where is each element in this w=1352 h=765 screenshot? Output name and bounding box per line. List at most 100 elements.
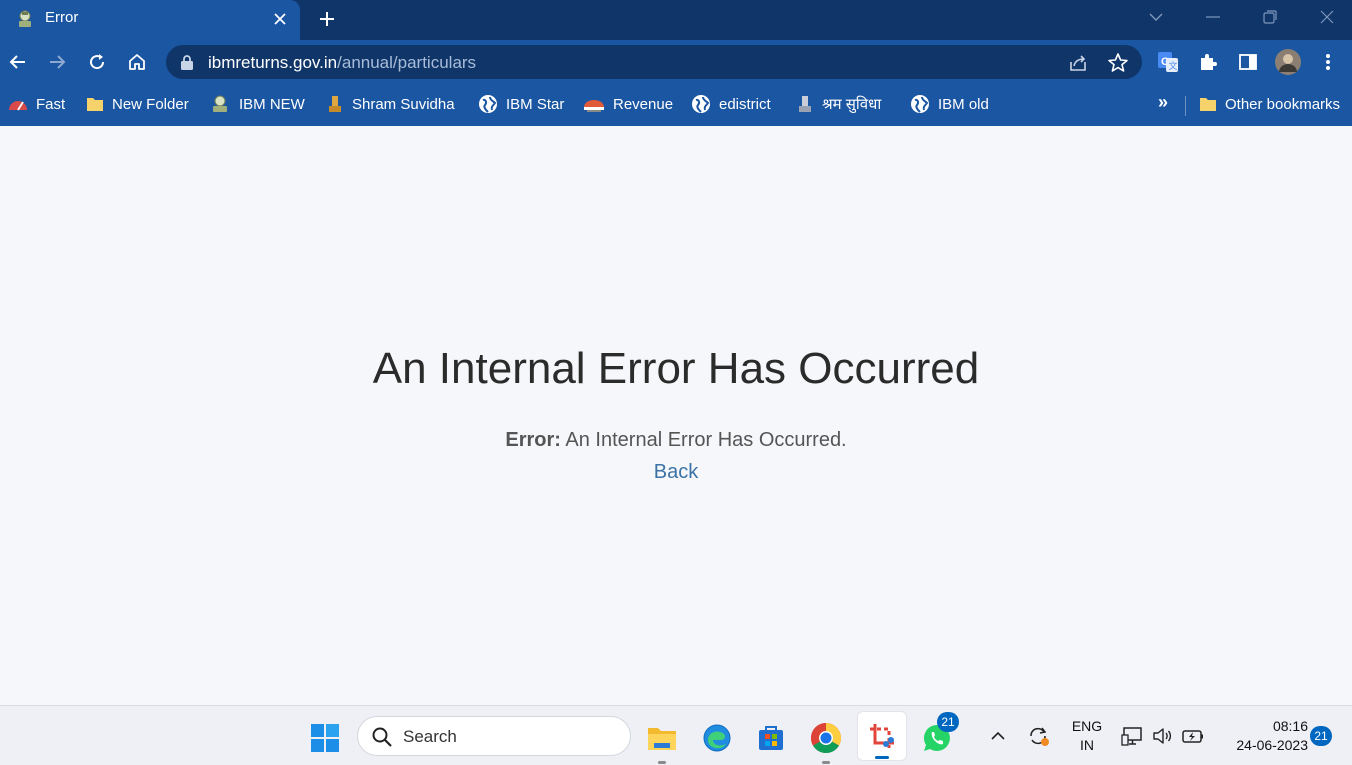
reload-button[interactable]	[83, 48, 111, 76]
volume-button[interactable]	[1150, 725, 1174, 747]
network-button[interactable]	[1121, 725, 1145, 747]
bookmark-shram-suvidha[interactable]: Shram Suvidha	[326, 92, 455, 116]
address-bar[interactable]: ibmreturns.gov.in/annual/particulars	[166, 45, 1142, 79]
speaker-icon	[1153, 728, 1172, 744]
input-language-button[interactable]: ENG IN	[1068, 717, 1106, 755]
error-label: Error:	[505, 429, 561, 451]
avatar	[1275, 49, 1301, 75]
battery-charging-icon	[1182, 730, 1203, 743]
battery-button[interactable]	[1181, 725, 1205, 747]
sync-icon	[1030, 727, 1049, 746]
emblem-icon	[213, 95, 227, 112]
translate-icon: G 文	[1158, 52, 1178, 72]
bookmark-label: IBM NEW	[239, 95, 305, 113]
bookmark-star-icon[interactable]	[1106, 51, 1130, 75]
bookmark-shram-suvidha-hindi[interactable]: श्रम सुविधा	[796, 92, 881, 116]
chrome-icon	[810, 723, 842, 754]
microsoft-store-button[interactable]	[751, 718, 791, 758]
arrow-right-icon	[50, 55, 66, 69]
page-content: An Internal Error Has Occurred Error: An…	[0, 126, 1352, 705]
close-icon	[1320, 10, 1334, 24]
url-host: ibmreturns.gov.in	[208, 53, 338, 72]
whatsapp-badge: 21	[937, 712, 959, 732]
profile-avatar-button[interactable]	[1274, 48, 1302, 76]
browser-menu-button[interactable]	[1314, 48, 1342, 76]
taskbar-search-placeholder: Search	[403, 727, 457, 746]
clock-time: 08:16	[1272, 718, 1308, 734]
folder-icon	[87, 98, 103, 111]
arrow-left-icon	[9, 55, 25, 69]
globe-icon	[911, 95, 929, 113]
side-panel-icon	[1239, 54, 1257, 70]
bookmarks-overflow-button[interactable]: »	[1158, 92, 1168, 113]
snipping-tool-button[interactable]	[858, 712, 906, 760]
minimize-icon	[1206, 16, 1220, 18]
back-button[interactable]	[4, 48, 32, 76]
new-tab-button[interactable]	[314, 6, 340, 32]
home-icon	[129, 54, 145, 70]
restore-button[interactable]	[1253, 4, 1287, 30]
search-icon	[372, 727, 392, 747]
error-text: An Internal Error Has Occurred.	[565, 429, 847, 451]
chevron-up-icon	[991, 731, 1005, 740]
bookmark-edistrict[interactable]: edistrict	[691, 92, 771, 116]
translate-extension-button[interactable]: G 文	[1154, 48, 1182, 76]
emblem-icon	[799, 96, 811, 112]
other-bookmarks[interactable]: Other bookmarks	[1199, 92, 1340, 116]
bookmark-new-folder[interactable]: New Folder	[86, 92, 189, 116]
tab-search-button[interactable]	[1139, 4, 1173, 30]
bookmark-label: Revenue	[613, 95, 674, 113]
restore-icon	[1263, 10, 1277, 24]
language-region: IN	[1080, 737, 1094, 753]
close-window-button[interactable]	[1310, 4, 1344, 30]
url-path: /annual/particulars	[337, 53, 477, 72]
revenue-icon	[584, 100, 604, 112]
clock-button[interactable]: 08:16 24-06-2023	[1216, 717, 1308, 755]
bookmark-ibm-new[interactable]: IBM NEW	[209, 92, 305, 116]
bookmark-ibm-old[interactable]: IBM old	[910, 92, 989, 116]
page-title: An Internal Error Has Occurred	[372, 344, 980, 393]
chevron-down-icon	[1149, 13, 1163, 21]
bookmark-label: edistrict	[719, 95, 771, 113]
back-link-label[interactable]: Back	[654, 461, 698, 483]
side-panel-button[interactable]	[1234, 48, 1262, 76]
reload-icon	[90, 54, 105, 70]
other-bookmarks-label: Other bookmarks	[1225, 95, 1341, 113]
emblem-icon	[329, 96, 341, 112]
notification-count-badge[interactable]: 21	[1310, 726, 1332, 746]
network-icon	[1121, 727, 1142, 746]
extensions-button[interactable]	[1194, 48, 1222, 76]
bookmarks-divider	[1185, 96, 1186, 116]
start-button[interactable]	[305, 718, 345, 758]
bookmark-revenue[interactable]: Revenue	[583, 92, 673, 116]
share-icon[interactable]	[1066, 51, 1090, 75]
windows-icon	[311, 724, 339, 752]
lock-icon[interactable]	[180, 54, 194, 70]
sync-tray-button[interactable]	[1027, 725, 1051, 747]
globe-icon	[692, 95, 710, 113]
back-link[interactable]: Back	[0, 461, 1352, 484]
bookmark-ibm-star[interactable]: IBM Star	[478, 92, 564, 116]
tab-error[interactable]: Error	[0, 0, 300, 40]
browser-toolbar: ibmreturns.gov.in/annual/particulars G 文	[0, 40, 1352, 84]
bookmark-fast[interactable]: Fast	[8, 92, 65, 116]
language-code: ENG	[1071, 718, 1103, 734]
bookmark-label: IBM old	[938, 95, 989, 113]
file-explorer-button[interactable]	[642, 718, 682, 764]
bookmark-label: IBM Star	[506, 95, 565, 113]
home-button[interactable]	[123, 48, 151, 76]
kebab-menu-icon	[1326, 54, 1330, 70]
forward-button[interactable]	[43, 48, 71, 76]
url-text[interactable]: ibmreturns.gov.in/annual/particulars	[208, 53, 476, 73]
bookmark-label: Fast	[36, 95, 66, 113]
plus-icon	[320, 12, 334, 26]
minimize-button[interactable]	[1196, 4, 1230, 30]
whatsapp-button[interactable]: 21	[917, 712, 959, 758]
edge-button[interactable]	[697, 718, 737, 758]
chrome-button[interactable]	[806, 718, 846, 764]
store-icon	[759, 726, 783, 750]
show-hidden-icons-button[interactable]	[986, 725, 1010, 747]
taskbar-search[interactable]: Search	[357, 716, 631, 756]
globe-icon	[479, 95, 497, 113]
close-tab-icon[interactable]	[268, 7, 292, 31]
